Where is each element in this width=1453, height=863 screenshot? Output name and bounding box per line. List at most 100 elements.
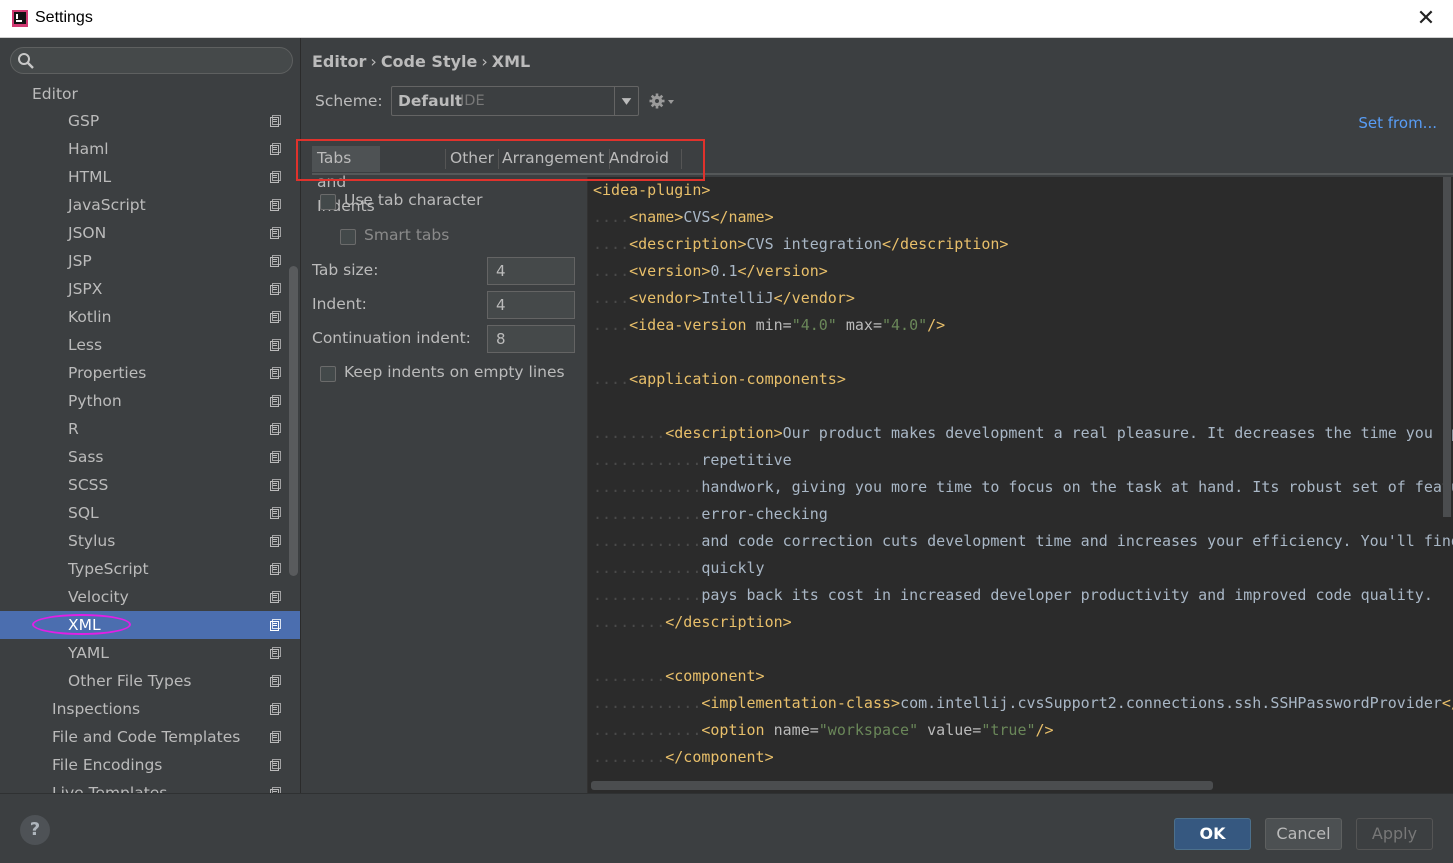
sidebar-item-label: GSP bbox=[68, 112, 100, 130]
set-from-link[interactable]: Set from... bbox=[1358, 114, 1437, 132]
close-window-button[interactable]: ✕ bbox=[1411, 5, 1441, 33]
code-token: ........ bbox=[593, 424, 666, 442]
sidebar-item-label: Sass bbox=[68, 448, 104, 466]
code-token: "true" bbox=[981, 721, 1036, 739]
dialog-footer: ? OK Cancel Apply bbox=[0, 793, 1453, 863]
sidebar-item-html[interactable]: HTML bbox=[0, 163, 300, 191]
tree-section-editor[interactable]: Editor bbox=[0, 82, 300, 107]
breadcrumb: Editor › Code Style › XML bbox=[312, 52, 530, 71]
sidebar-item-file-and-code-templates[interactable]: File and Code Templates bbox=[0, 723, 300, 751]
code-line: ............pays back its cost in increa… bbox=[593, 582, 1453, 609]
sidebar-item-file-encodings[interactable]: File Encodings bbox=[0, 751, 300, 779]
sidebar-item-less[interactable]: Less bbox=[0, 331, 300, 359]
window-title: Settings bbox=[35, 9, 93, 26]
sidebar-item-inspections[interactable]: Inspections bbox=[0, 695, 300, 723]
project-settings-icon bbox=[270, 759, 281, 771]
keep-indents-checkbox[interactable] bbox=[320, 366, 336, 382]
code-token: </name> bbox=[710, 208, 774, 226]
preview-vertical-scrollbar[interactable] bbox=[1443, 177, 1451, 517]
sidebar-item-json[interactable]: JSON bbox=[0, 219, 300, 247]
sidebar-item-properties[interactable]: Properties bbox=[0, 359, 300, 387]
ok-button[interactable]: OK bbox=[1174, 818, 1251, 850]
code-token: </description> bbox=[882, 235, 1009, 253]
code-token: handwork, giving you more time to focus … bbox=[701, 478, 1453, 496]
settings-search-input[interactable] bbox=[39, 50, 287, 71]
sidebar-item-sql[interactable]: SQL bbox=[0, 499, 300, 527]
code-token: <option bbox=[701, 721, 774, 739]
sidebar-item-typescript[interactable]: TypeScript bbox=[0, 555, 300, 583]
settings-search-box[interactable] bbox=[10, 47, 293, 74]
gear-icon[interactable] bbox=[649, 91, 677, 111]
sidebar-item-scss[interactable]: SCSS bbox=[0, 471, 300, 499]
sidebar-item-label: JSP bbox=[68, 252, 92, 270]
sidebar-item-label: SQL bbox=[68, 504, 99, 522]
code-line: ........<component> bbox=[593, 663, 1453, 690]
project-settings-icon bbox=[270, 283, 281, 295]
code-token: "workspace" bbox=[818, 721, 919, 739]
continuation-indent-field[interactable]: 8 bbox=[487, 325, 575, 353]
code-token: repetitive bbox=[701, 451, 792, 469]
code-token: ........ bbox=[593, 613, 666, 631]
sidebar-item-haml[interactable]: Haml bbox=[0, 135, 300, 163]
help-button[interactable]: ? bbox=[20, 815, 50, 845]
sidebar-item-other-file-types[interactable]: Other File Types bbox=[0, 667, 300, 695]
project-settings-icon bbox=[270, 507, 281, 519]
project-settings-icon bbox=[270, 199, 281, 211]
code-token: </vendor> bbox=[773, 289, 855, 307]
project-settings-icon bbox=[270, 339, 281, 351]
project-settings-icon bbox=[270, 171, 281, 183]
sidebar-item-label: YAML bbox=[68, 644, 109, 662]
project-settings-icon bbox=[270, 227, 281, 239]
sidebar-item-stylus[interactable]: Stylus bbox=[0, 527, 300, 555]
sidebar-item-velocity[interactable]: Velocity bbox=[0, 583, 300, 611]
code-preview[interactable]: <idea-plugin> ....<name>CVS</name> ....<de… bbox=[587, 177, 1453, 793]
code-token: "4.0" bbox=[791, 316, 837, 334]
code-line: ....<description>CVS integration</descri… bbox=[593, 231, 1453, 258]
sidebar-item-jspx[interactable]: JSPX bbox=[0, 275, 300, 303]
indent-field[interactable]: 4 bbox=[487, 291, 575, 319]
sidebar-item-javascript[interactable]: JavaScript bbox=[0, 191, 300, 219]
code-line: ............repetitive bbox=[593, 447, 1453, 474]
sidebar-item-kotlin[interactable]: Kotlin bbox=[0, 303, 300, 331]
code-line: ............error-checking bbox=[593, 501, 1453, 528]
project-settings-icon bbox=[270, 535, 281, 547]
apply-button[interactable]: Apply bbox=[1356, 818, 1433, 850]
dropdown-arrow-icon bbox=[614, 87, 632, 115]
scheme-dropdown[interactable]: Default IDE bbox=[391, 86, 639, 116]
sidebar-item-yaml[interactable]: YAML bbox=[0, 639, 300, 667]
code-token: name= bbox=[773, 721, 819, 739]
code-token: ........ bbox=[593, 667, 666, 685]
sidebar-item-gsp[interactable]: GSP bbox=[0, 107, 300, 135]
code-token: CVS bbox=[683, 208, 711, 226]
preview-horizontal-scrollbar[interactable] bbox=[591, 781, 1213, 790]
cancel-button[interactable]: Cancel bbox=[1265, 818, 1342, 850]
code-token: min= bbox=[755, 316, 792, 334]
use-tab-character-checkbox[interactable] bbox=[320, 194, 336, 210]
code-token: <description> bbox=[629, 235, 747, 253]
code-line: ........<description>Our product makes d… bbox=[593, 420, 1453, 447]
sidebar-item-jsp[interactable]: JSP bbox=[0, 247, 300, 275]
code-token: .... bbox=[593, 235, 630, 253]
code-token: </version> bbox=[737, 262, 828, 280]
code-token: IntelliJ bbox=[701, 289, 774, 307]
settings-tree: Editor GSP Haml HTML JavaScript JSON JSP JSPX K… bbox=[0, 82, 300, 793]
code-line: ....<idea-version min="4.0" max="4.0"/> bbox=[593, 312, 1453, 339]
tab-size-field[interactable]: 4 bbox=[487, 257, 575, 285]
breadcrumb-editor: Editor bbox=[312, 52, 367, 71]
sidebar-item-label: Python bbox=[68, 392, 122, 410]
sidebar-item-python[interactable]: Python bbox=[0, 387, 300, 415]
smart-tabs-checkbox[interactable] bbox=[340, 229, 356, 245]
sidebar-item-r[interactable]: R bbox=[0, 415, 300, 443]
sidebar-scrollbar[interactable] bbox=[289, 266, 298, 576]
code-line: ............handwork, giving you more ti… bbox=[593, 474, 1453, 501]
project-settings-icon bbox=[270, 731, 281, 743]
sidebar-item-xml[interactable]: XML bbox=[0, 611, 300, 639]
scheme-name: Default bbox=[398, 92, 463, 110]
sidebar-item-live-templates[interactable]: Live Templates bbox=[0, 779, 300, 793]
code-token: and code correction cuts development tim… bbox=[701, 532, 1453, 550]
code-token: </component> bbox=[665, 748, 774, 766]
sidebar-item-sass[interactable]: Sass bbox=[0, 443, 300, 471]
project-settings-icon bbox=[270, 563, 281, 575]
project-settings-icon bbox=[270, 115, 281, 127]
